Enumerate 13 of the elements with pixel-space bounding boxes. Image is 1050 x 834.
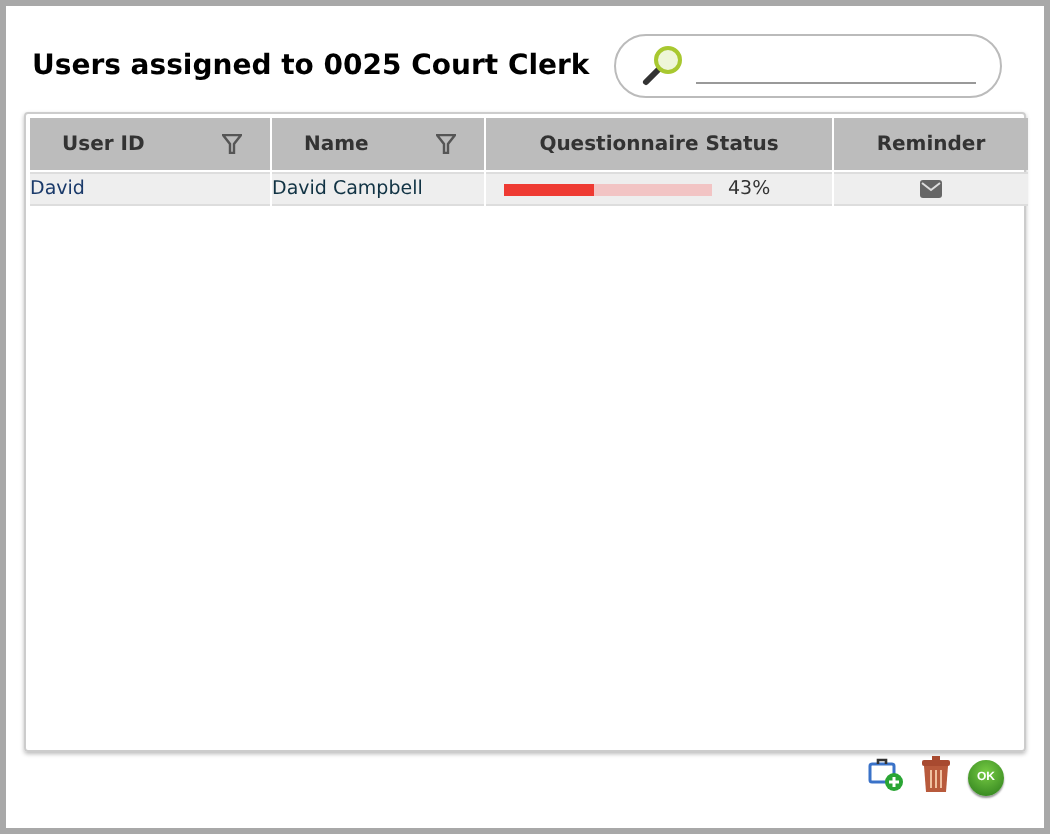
column-header[interactable]: Questionnaire Status: [486, 118, 832, 170]
column-header[interactable]: Name: [272, 118, 484, 170]
table-cell: David Campbell: [272, 172, 484, 206]
table-cell: David: [30, 172, 270, 206]
column-header[interactable]: Reminder: [834, 118, 1028, 170]
filter-icon[interactable]: [222, 134, 242, 154]
search-icon: [640, 44, 684, 88]
dialog-title: Users assigned to 0025 Court Clerk: [32, 50, 590, 82]
column-header[interactable]: User ID: [30, 118, 270, 170]
filter-icon[interactable]: [436, 134, 456, 154]
search-field[interactable]: [614, 34, 1002, 98]
envelope-icon[interactable]: [920, 180, 942, 198]
progress-reading: 43%: [728, 178, 771, 200]
